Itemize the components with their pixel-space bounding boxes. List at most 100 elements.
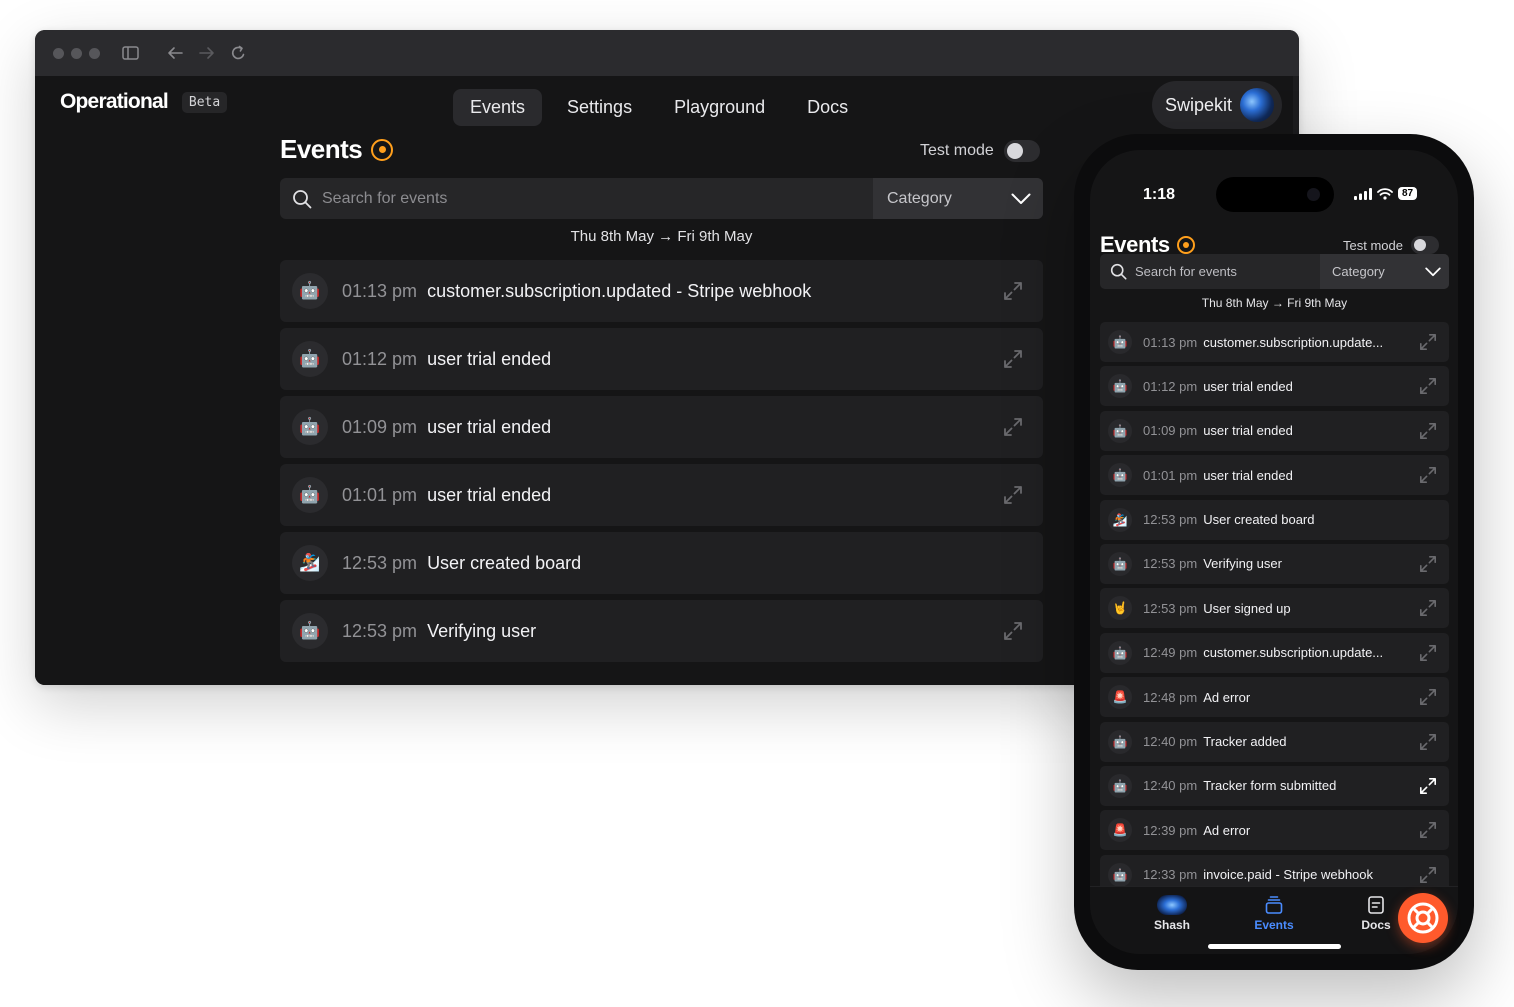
expand-icon[interactable] xyxy=(1419,377,1437,400)
nav-events[interactable]: Events xyxy=(453,89,543,126)
back-arrow-icon[interactable] xyxy=(167,46,183,60)
status-indicators: 87 xyxy=(1354,187,1418,200)
event-name: Verifying user xyxy=(1203,556,1282,572)
event-name: Tracker form submitted xyxy=(1203,778,1337,794)
expand-icon[interactable] xyxy=(1419,821,1437,844)
event-time: 12:40 pm xyxy=(1143,734,1198,750)
forward-arrow-icon[interactable] xyxy=(199,46,215,60)
event-row[interactable]: 🤖 12:49 pm customer.subscription.update... xyxy=(1100,632,1449,673)
event-row[interactable]: 🏂 12:53 pm User created board xyxy=(1100,499,1449,540)
expand-icon[interactable] xyxy=(1419,422,1437,445)
event-time: 12:48 pm xyxy=(1143,689,1198,705)
expand-icon[interactable] xyxy=(1003,621,1023,646)
event-row[interactable]: 🤖 01:01 pm user trial ended xyxy=(1100,455,1449,496)
search-placeholder: Search for events xyxy=(322,189,448,207)
nav-playground[interactable]: Playground xyxy=(657,89,782,126)
event-name: invoice.paid - Stripe webhook xyxy=(1203,867,1374,883)
event-time: 12:53 pm xyxy=(1143,556,1198,572)
tab-label: Events xyxy=(1254,918,1294,932)
event-row[interactable]: 🤖 01:12 pm user trial ended xyxy=(1100,366,1449,407)
event-emoji-icon: 🤖 xyxy=(292,341,328,377)
mobile-test-mode-label: Test mode xyxy=(1343,237,1403,253)
search-input[interactable]: Search for events xyxy=(280,178,873,219)
expand-icon[interactable] xyxy=(1419,777,1437,800)
help-button[interactable] xyxy=(1398,893,1448,943)
event-row[interactable]: 🤘 12:53 pm User signed up xyxy=(1100,588,1449,629)
event-row[interactable]: 🏂 12:53 pm User created board xyxy=(280,532,1043,594)
expand-icon[interactable] xyxy=(1003,485,1023,510)
profile-avatar xyxy=(1157,895,1187,915)
event-emoji-icon: 🤖 xyxy=(292,477,328,513)
stack-icon xyxy=(1265,896,1283,914)
sidebar-toggle-icon[interactable] xyxy=(122,46,139,60)
expand-icon[interactable] xyxy=(1419,599,1437,622)
event-row[interactable]: 🤖 12:53 pm Verifying user xyxy=(280,600,1043,662)
lifebuoy-icon xyxy=(1407,902,1439,934)
close-window-button[interactable] xyxy=(53,47,64,59)
mobile-category-select[interactable]: Category xyxy=(1320,254,1449,289)
account-switcher[interactable]: Swipekit xyxy=(1152,81,1282,129)
event-row[interactable]: 🤖 01:12 pm user trial ended xyxy=(280,328,1043,390)
category-select[interactable]: Category xyxy=(873,178,1043,219)
expand-icon[interactable] xyxy=(1419,555,1437,578)
event-row[interactable]: 🤖 01:13 pm customer.subscription.update... xyxy=(1100,322,1449,362)
tab-profile[interactable]: Shash xyxy=(1137,895,1207,932)
event-time: 01:12 pm xyxy=(1143,378,1198,394)
document-icon xyxy=(1368,896,1384,914)
event-time: 12:53 pm xyxy=(1143,512,1198,528)
expand-icon[interactable] xyxy=(1419,688,1437,711)
event-row[interactable]: 🤖 01:09 pm user trial ended xyxy=(280,396,1043,458)
expand-icon[interactable] xyxy=(1419,333,1437,356)
page-title: Events xyxy=(280,134,363,164)
nav-docs[interactable]: Docs xyxy=(790,89,865,126)
event-row[interactable]: 🤖 01:09 pm user trial ended xyxy=(1100,410,1449,451)
date-range[interactable]: Thu 8th May → Fri 9th May xyxy=(280,228,1043,245)
event-row[interactable]: 🤖 01:13 pm customer.subscription.updated -… xyxy=(280,260,1043,322)
event-emoji-icon: 🤖 xyxy=(1108,773,1132,798)
nav-settings[interactable]: Settings xyxy=(550,89,649,126)
expand-icon[interactable] xyxy=(1419,733,1437,756)
main-nav: Events Settings Playground Docs xyxy=(453,89,865,126)
expand-icon[interactable] xyxy=(1003,281,1023,306)
event-name: user trial ended xyxy=(427,484,552,505)
app-logo[interactable]: Operational Beta xyxy=(60,90,228,114)
event-time: 01:13 pm xyxy=(1143,334,1198,350)
tab-events[interactable]: Events xyxy=(1239,895,1309,932)
mobile-test-mode-toggle[interactable] xyxy=(1410,236,1439,254)
maximize-window-button[interactable] xyxy=(89,47,100,59)
live-status-icon xyxy=(1176,236,1195,254)
event-row[interactable]: 🚨 12:48 pm Ad error xyxy=(1100,677,1449,718)
event-emoji-icon: 🤖 xyxy=(1108,463,1132,488)
event-list: 🤖 01:13 pm customer.subscription.updated -… xyxy=(280,260,1043,668)
reload-icon[interactable] xyxy=(231,45,246,61)
event-name: customer.subscription.update... xyxy=(1203,645,1384,661)
event-emoji-icon: 🤖 xyxy=(1108,330,1132,354)
search-icon xyxy=(293,189,312,208)
event-time: 01:12 pm xyxy=(342,348,418,369)
event-emoji-icon: 🤖 xyxy=(1108,418,1132,443)
expand-icon[interactable] xyxy=(1419,466,1437,489)
account-name: Swipekit xyxy=(1165,94,1233,115)
event-time: 01:09 pm xyxy=(1143,423,1198,439)
mobile-search-input[interactable]: Search for events xyxy=(1100,254,1320,289)
event-row[interactable]: 🤖 12:40 pm Tracker form submitted xyxy=(1100,765,1449,806)
event-row[interactable]: 🤖 01:01 pm user trial ended xyxy=(280,464,1043,526)
event-time: 12:49 pm xyxy=(1143,645,1198,661)
event-row[interactable]: 🤖 12:53 pm Verifying user xyxy=(1100,543,1449,584)
expand-icon[interactable] xyxy=(1419,644,1437,667)
event-row[interactable]: 🚨 12:39 pm Ad error xyxy=(1100,810,1449,851)
minimize-window-button[interactable] xyxy=(71,47,82,59)
event-time: 12:53 pm xyxy=(1143,600,1198,616)
event-time: 12:33 pm xyxy=(1143,867,1198,883)
event-name: User signed up xyxy=(1203,600,1291,616)
expand-icon[interactable] xyxy=(1003,349,1023,374)
event-name: User created board xyxy=(427,552,582,573)
expand-icon[interactable] xyxy=(1003,417,1023,442)
event-time: 12:40 pm xyxy=(1143,778,1198,794)
mobile-date-range[interactable]: Thu 8th May → Fri 9th May xyxy=(1100,296,1449,310)
search-icon xyxy=(1110,263,1127,280)
event-row[interactable]: 🤖 12:40 pm Tracker added xyxy=(1100,721,1449,762)
test-mode-toggle[interactable] xyxy=(1003,140,1040,162)
event-name: User created board xyxy=(1203,512,1315,528)
event-emoji-icon: 🤖 xyxy=(292,613,328,649)
